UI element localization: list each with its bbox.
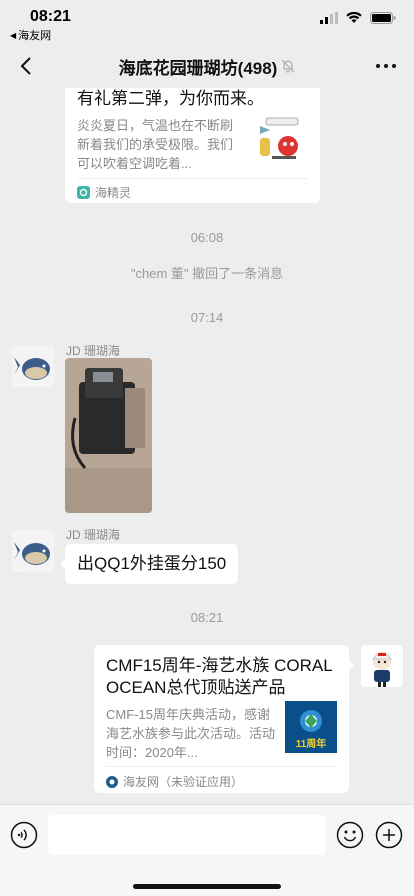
chat-area[interactable]: 有礼第二弹，为你而来。 炎炎夏日，气温也在不断刷新着我们的承受极限。我们可以吹着… <box>0 88 414 804</box>
timestamp: 07:14 <box>190 310 224 325</box>
cartoon-avatar-image <box>361 645 403 687</box>
card-thumb-text: 11周年 <box>295 739 327 750</box>
back-to-app-link[interactable]: ◀ 海友网 <box>10 27 51 43</box>
sender-name: JD 珊瑚海 <box>66 528 121 542</box>
whale-avatar-image <box>12 345 54 387</box>
timestamp: 06:08 <box>190 230 224 245</box>
nav-bar: 海底花园珊瑚坊(498) <box>0 44 414 88</box>
battery-icon <box>370 12 396 24</box>
card-thumbnail-image: 11周年 <box>285 701 337 753</box>
card-source: 海友网（未验证应用） <box>106 773 243 790</box>
plus-icon <box>375 821 403 849</box>
card-divider <box>77 178 308 179</box>
card-description: 炎炎夏日，气温也在不断刷新着我们的承受极限。我们可以吹着空调吃着... <box>77 118 234 171</box>
emoji-button[interactable] <box>336 821 364 849</box>
chat-title-text: 海底花园珊瑚坊(498) <box>118 58 278 78</box>
status-time: 08:21 <box>30 8 71 25</box>
card-thumbnail-image <box>256 114 306 164</box>
back-button[interactable] <box>12 52 40 80</box>
more-options-button[interactable] <box>374 54 398 78</box>
card-source-label: 海友网（未验证应用） <box>123 775 244 789</box>
message-input[interactable] <box>48 815 326 855</box>
avatar[interactable] <box>12 530 54 572</box>
avatar[interactable] <box>12 345 54 387</box>
link-card-top[interactable]: 有礼第二弹，为你而来。 炎炎夏日，气温也在不断刷新着我们的承受极限。我们可以吹着… <box>65 88 320 203</box>
back-triangle-icon: ◀ <box>10 30 17 40</box>
timestamp: 08:21 <box>190 610 224 625</box>
emoji-icon <box>336 821 364 849</box>
voice-icon <box>10 821 38 849</box>
card-divider <box>106 766 337 767</box>
photo-image <box>65 358 152 513</box>
card-source: 海精灵 <box>77 184 131 201</box>
input-bar <box>0 804 414 896</box>
image-message[interactable] <box>65 358 152 513</box>
card-title: CMF15周年-海艺水族 CORAL OCEAN总代顶贴送产品 <box>106 656 333 697</box>
voice-button[interactable] <box>10 821 38 849</box>
link-card-own[interactable]: CMF15周年-海艺水族 CORAL OCEAN总代顶贴送产品 CMF-15周年… <box>94 645 354 793</box>
chat-title: 海底花园珊瑚坊(498) <box>119 54 296 79</box>
chevron-left-icon <box>20 57 31 75</box>
card-title: 有礼第二弹，为你而来。 <box>77 89 264 108</box>
avatar-self[interactable] <box>361 645 403 687</box>
bell-slash-icon <box>281 59 295 73</box>
signal-icon <box>320 12 338 24</box>
sender-name: JD 珊瑚海 <box>66 344 121 358</box>
card-description: CMF-15周年庆典活动，感谢海艺水族参与此次活动。活动时间：2020年... <box>106 707 276 760</box>
status-icons <box>320 12 396 24</box>
whale-avatar-image <box>12 530 54 572</box>
more-dots-icon <box>376 64 396 68</box>
text-message-bubble[interactable]: 出QQ1外挂蛋分150 <box>59 544 239 584</box>
wifi-icon <box>346 12 362 23</box>
home-indicator <box>133 884 281 889</box>
card-source-label: 海精灵 <box>95 186 132 200</box>
status-bar: 08:21 ◀ 海友网 <box>0 0 414 44</box>
back-app-label: 海友网 <box>18 30 52 42</box>
app-source-icon <box>106 775 118 788</box>
more-functions-button[interactable] <box>375 821 403 849</box>
recall-notice: "chem 董" 撤回了一条消息 <box>130 266 284 281</box>
mini-program-icon <box>77 186 90 199</box>
